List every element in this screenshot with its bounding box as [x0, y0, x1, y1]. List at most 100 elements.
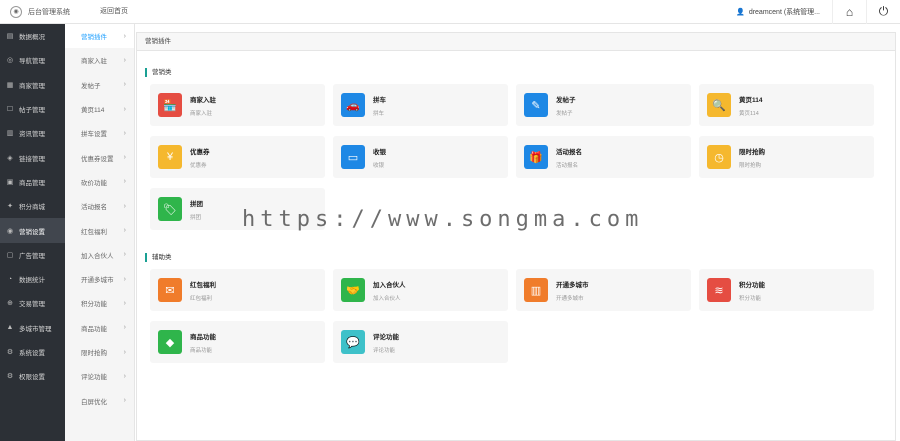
- card-title: 优惠券: [190, 148, 210, 156]
- sidebar-item[interactable]: ▢ 广告管理: [0, 243, 65, 267]
- chevron-right-icon: ›: [123, 81, 126, 89]
- sub-menu-label: 活动报名: [81, 204, 107, 212]
- sub-menu-item[interactable]: 活动报名 ›: [65, 194, 134, 218]
- sidebar-item[interactable]: ▦ 商家管理: [0, 73, 65, 97]
- chevron-right-icon: ›: [123, 299, 126, 307]
- card-title: 黄页114: [739, 96, 763, 104]
- sub-menu-item[interactable]: 黄页114 ›: [65, 97, 134, 121]
- sub-menu-item[interactable]: 发帖子 ›: [65, 73, 134, 97]
- card-subtitle: 商家入驻: [190, 110, 213, 117]
- sub-menu-label: 发帖子: [81, 82, 101, 90]
- brand[interactable]: ◉ 后台管理系统: [0, 0, 80, 24]
- sub-menu-item[interactable]: 拼车设置 ›: [65, 121, 134, 145]
- card-text: 活动报名 活动报名: [556, 146, 582, 169]
- chevron-right-icon: ›: [123, 32, 126, 40]
- card-title: 加入合伙人: [373, 281, 406, 289]
- plugin-card[interactable]: 🏷 拼团 拼团: [150, 188, 325, 230]
- sub-menu-item[interactable]: 白屏优化 ›: [65, 388, 134, 412]
- sub-menu-item[interactable]: 加入合伙人 ›: [65, 243, 134, 267]
- home-tab[interactable]: 返回首页: [94, 0, 134, 24]
- chevron-right-icon: ›: [123, 105, 126, 113]
- card-text: 限时抢购 限时抢购: [739, 146, 765, 169]
- sidebar-item[interactable]: ◉ 营销设置: [0, 218, 65, 243]
- menu-icon: ⚙: [6, 349, 14, 356]
- card-subtitle: 开通多城市: [556, 295, 584, 302]
- plugin-card[interactable]: 🏪 商家入驻 商家入驻: [150, 84, 325, 126]
- sidebar-item[interactable]: ▤ 数据概况: [0, 24, 65, 48]
- card-subtitle: 优惠券: [190, 162, 207, 169]
- card-text: 红包福利 红包福利: [190, 279, 216, 302]
- sidebar-item[interactable]: ◎ 导航管理: [0, 48, 65, 72]
- sub-menu-item[interactable]: 开通多城市 ›: [65, 267, 134, 291]
- sidebar-item[interactable]: ▣ 商品管理: [0, 170, 65, 194]
- home-button[interactable]: ⌂: [832, 0, 866, 24]
- plugin-card[interactable]: 🎁 活动报名 活动报名: [516, 136, 691, 178]
- box-icon: ◆: [158, 330, 182, 354]
- card-title: 限时抢购: [739, 148, 765, 156]
- plugin-card[interactable]: ◷ 限时抢购 限时抢购: [699, 136, 874, 178]
- sidebar-item[interactable]: ▲ 多城市管理: [0, 316, 65, 340]
- plugin-card[interactable]: 🚗 拼车 拼车: [333, 84, 508, 126]
- card-title: 积分功能: [739, 281, 765, 289]
- sidebar-item[interactable]: ◔ 数据统计: [0, 267, 65, 291]
- logout-button[interactable]: ⏻: [866, 0, 900, 24]
- card-text: 开通多城市 开通多城市: [556, 279, 589, 302]
- sidebar-item[interactable]: ▥ 资讯管理: [0, 121, 65, 145]
- chevron-right-icon: ›: [123, 324, 126, 332]
- card-title: 红包福利: [190, 281, 216, 289]
- sidebar-item[interactable]: ✦ 积分商城: [0, 194, 65, 218]
- plugin-card[interactable]: 🔍 黄页114 黄页114: [699, 84, 874, 126]
- plugin-card[interactable]: ▭ 收银 收银: [333, 136, 508, 178]
- card-subtitle: 黄页114: [739, 110, 759, 117]
- sub-menu-label: 营销插件: [81, 34, 107, 42]
- sub-menu-label: 砍价功能: [81, 179, 107, 187]
- plugin-card[interactable]: ◆ 商品功能 商品功能: [150, 321, 325, 363]
- sub-menu-item[interactable]: 评论功能 ›: [65, 364, 134, 388]
- card-text: 拼团 拼团: [190, 198, 203, 221]
- sidebar-item[interactable]: ☐ 帖子管理: [0, 97, 65, 121]
- sub-menu-item[interactable]: 砍价功能 ›: [65, 170, 134, 194]
- user-menu[interactable]: 👤 dreamcent (系统管理...: [724, 7, 832, 17]
- top-right: 👤 dreamcent (系统管理... ⌂ ⏻: [724, 0, 900, 24]
- plugin-card[interactable]: ✎ 发帖子 发帖子: [516, 84, 691, 126]
- sub-menu-label: 评论功能: [81, 374, 107, 382]
- sub-menu-item[interactable]: 限时抢购 ›: [65, 340, 134, 364]
- sub-menu-label: 加入合伙人: [81, 252, 114, 260]
- sidebar-item-label: 积分商城: [19, 204, 45, 212]
- card-title: 商家入驻: [190, 96, 216, 104]
- plugin-card[interactable]: ¥ 优惠券 优惠券: [150, 136, 325, 178]
- sidebar-item[interactable]: ⚙ 权限设置: [0, 364, 65, 388]
- card-subtitle: 拼车: [373, 110, 385, 117]
- city-icon: ▥: [524, 278, 548, 302]
- chevron-right-icon: ›: [123, 129, 126, 137]
- chevron-right-icon: ›: [123, 56, 126, 64]
- plugin-card[interactable]: ≋ 积分功能 积分功能: [699, 269, 874, 311]
- chevron-right-icon: ›: [123, 202, 126, 210]
- plugin-card[interactable]: 💬 评论功能 评论功能: [333, 321, 508, 363]
- car-icon: 🚗: [341, 93, 365, 117]
- menu-icon: ▢: [6, 251, 14, 259]
- tag-icon: 🏷: [158, 197, 182, 221]
- sidebar-item[interactable]: ⊕ 交易管理: [0, 291, 65, 315]
- plugin-card[interactable]: ✉ 红包福利 红包福利: [150, 269, 325, 311]
- menu-icon: ◔: [7, 275, 13, 283]
- sub-menu-item[interactable]: 优惠券设置 ›: [65, 145, 134, 169]
- menu-icon: ☐: [6, 106, 14, 114]
- sub-menu-item[interactable]: 商品功能 ›: [65, 316, 134, 340]
- sidebar-item[interactable]: ◈ 链接管理: [0, 145, 65, 169]
- sidebar-item-label: 营销设置: [19, 228, 45, 236]
- sub-menu-item[interactable]: 商家入驻 ›: [65, 48, 134, 72]
- sub-menu-item[interactable]: 积分功能 ›: [65, 291, 134, 315]
- card-title: 评论功能: [373, 333, 399, 341]
- sub-menu-item[interactable]: 红包福利 ›: [65, 218, 134, 242]
- coupon-icon: ¥: [158, 145, 182, 169]
- card-subtitle: 红包福利: [190, 295, 213, 302]
- card-title: 拼车: [373, 96, 386, 104]
- plugin-card[interactable]: 🤝 加入合伙人 加入合伙人: [333, 269, 508, 311]
- plugin-card[interactable]: ▥ 开通多城市 开通多城市: [516, 269, 691, 311]
- post-icon: ✎: [524, 93, 548, 117]
- menu-icon: ◉: [6, 227, 14, 235]
- sidebar-item[interactable]: ⚙ 系统设置: [0, 340, 65, 364]
- menu-icon: ▣: [6, 178, 14, 186]
- sub-menu-item[interactable]: 营销插件 ›: [65, 24, 134, 49]
